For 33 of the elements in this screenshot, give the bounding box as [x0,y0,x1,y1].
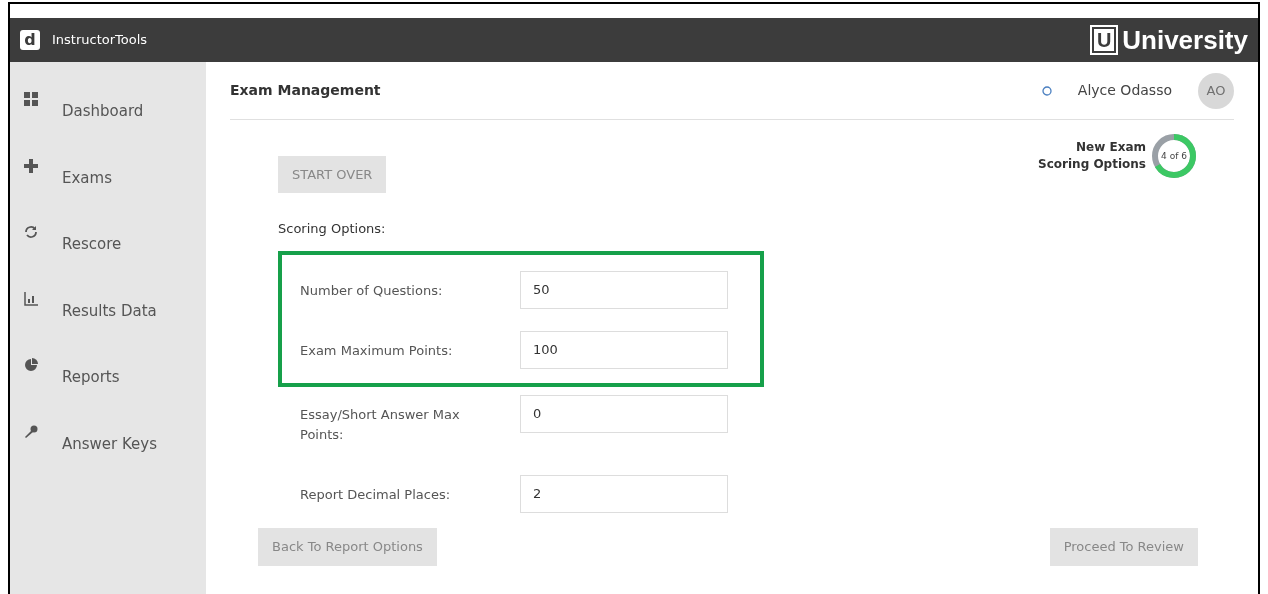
field-label: Exam Maximum Points: [300,341,454,360]
dashboard-icon [24,92,38,106]
plus-icon [24,158,38,173]
brand-name: University [1122,23,1248,57]
pie-chart-icon [24,358,38,372]
progress-reading: 4 of 6 [1161,150,1187,162]
user-avatar[interactable]: AO [1198,72,1234,109]
input-field[interactable]: 50 [520,270,728,309]
refresh-icon [24,225,38,239]
key-icon [24,424,38,439]
app-name: InstructorTools [52,31,148,50]
sidebar-item[interactable]: Answer Keys [62,432,158,455]
user-name: Alyce Odasso [1077,81,1172,100]
field-label: Report Decimal Places: [300,485,452,504]
input-field[interactable]: 100 [520,330,728,369]
progress-label: New Exam [1076,139,1146,156]
bar-chart-icon [24,291,38,306]
sidebar-item[interactable]: Reports [62,366,120,389]
page-title: Exam Management [230,81,381,100]
progress-label: Scoring Options [1038,156,1146,173]
field-label: Essay/Short Answer Max Points: [300,405,461,444]
sidebar-item[interactable]: Dashboard [62,100,144,123]
section-label: Scoring Options: [278,220,387,238]
brand-logo: U [1092,27,1117,53]
input-field[interactable]: 0 [520,394,728,433]
input-field[interactable]: 2 [520,474,728,513]
field-label: Number of Questions: [300,281,444,300]
app-logo: d [20,30,40,50]
sidebar-item[interactable]: Rescore [62,233,122,256]
sidebar-item[interactable]: Results Data [62,299,157,322]
progress-ring [1150,132,1198,180]
help-icon[interactable] [1041,85,1052,96]
sidebar-item[interactable]: Exams [62,166,112,189]
